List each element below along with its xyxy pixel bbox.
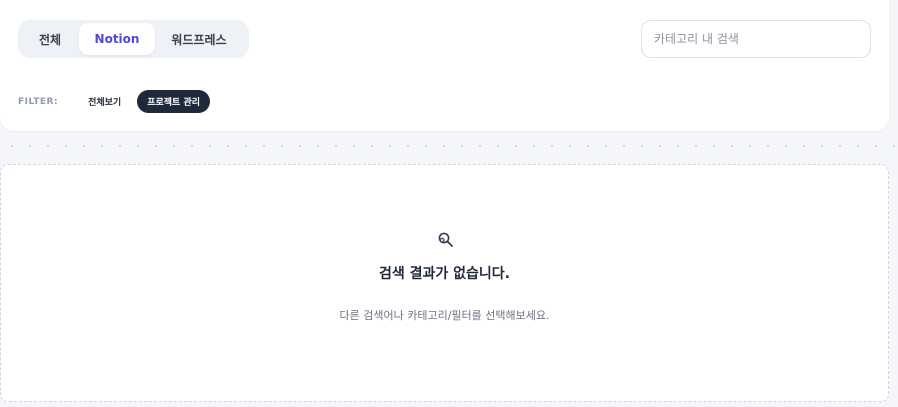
filter-row: FILTER: 전체보기 프로젝트 관리 (18, 90, 211, 113)
search-magnifier-icon (438, 232, 453, 247)
category-search-input[interactable] (641, 20, 871, 58)
empty-state-description: 다른 검색어나 카테고리/필터를 선택해보세요. (339, 309, 550, 322)
filter-label: FILTER: (18, 96, 59, 107)
tab-all[interactable]: 전체 (21, 23, 79, 55)
source-tabs: 전체 Notion 워드프레스 (18, 20, 249, 58)
category-header-card: 전체 Notion 워드프레스 FILTER: 전체보기 프로젝트 관리 (0, 0, 889, 131)
tab-wordpress[interactable]: 워드프레스 (155, 23, 243, 55)
filter-chip-view-all[interactable]: 전체보기 (78, 90, 131, 113)
filter-chip-project-management[interactable]: 프로젝트 관리 (137, 90, 211, 113)
dotted-divider (0, 143, 898, 149)
results-panel: 검색 결과가 없습니다. 다른 검색어나 카테고리/필터를 선택해보세요. (0, 164, 889, 402)
empty-state-title: 검색 결과가 없습니다. (379, 266, 510, 282)
tab-notion[interactable]: Notion (79, 23, 155, 55)
